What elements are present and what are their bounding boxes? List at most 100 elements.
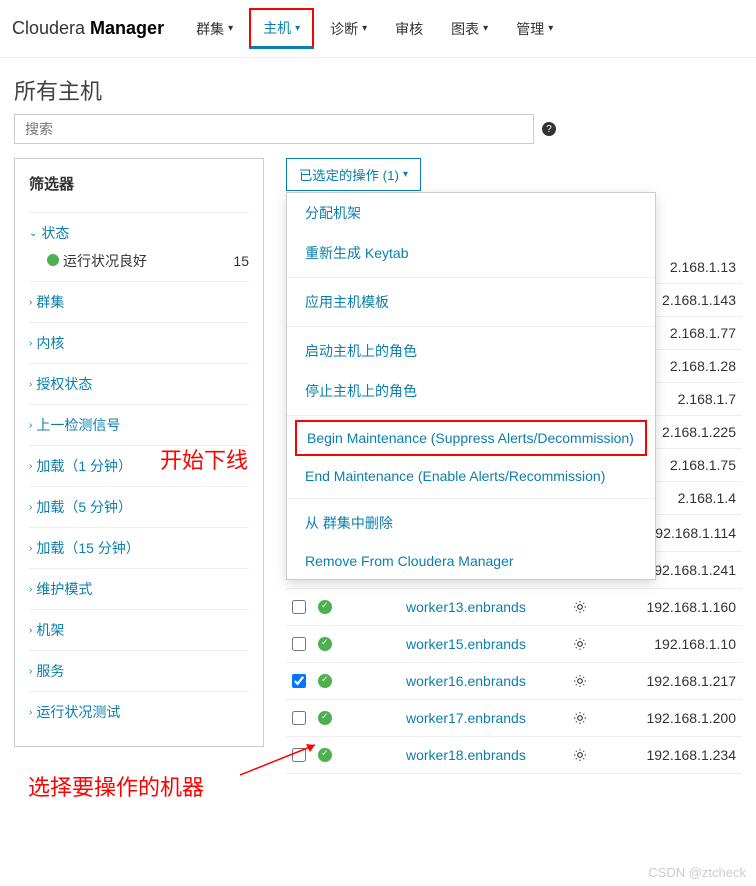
status-ok-icon [318,600,332,614]
filter-load1-label: 加载（1 分钟） [36,456,132,476]
host-name-link[interactable]: worker18.enbrands [406,747,561,763]
chevron-right-icon: › [29,625,32,636]
host-ip: 2.168.1.4 [678,490,736,506]
host-checkbox[interactable] [292,748,306,762]
caret-icon: ▾ [295,23,300,34]
filter-rack-label: 机架 [36,620,64,640]
content-column: 已选定的操作 (1) ▾ 分配机架 重新生成 Keytab 应用主机模板 启动主… [286,158,742,774]
table-row: worker18.enbrands 192.168.1.234 [286,737,742,774]
filter-load5[interactable]: ›加载（5 分钟） [29,497,249,517]
action-stop-roles[interactable]: 停止主机上的角色 [287,371,655,411]
filter-health-label: 运行状况测试 [36,702,120,722]
nav-diagnostics[interactable]: 诊断▾ [318,8,379,49]
help-icon[interactable]: ? [542,122,556,136]
chevron-down-icon: ⌄ [29,228,37,239]
filter-auth-label: 授权状态 [36,374,92,394]
action-assign-rack[interactable]: 分配机架 [287,193,655,233]
filter-status[interactable]: ⌄ 状态 [29,223,249,243]
filter-services[interactable]: ›服务 [29,661,249,681]
annotation-choose-machine: 选择要操作的机器 [28,770,204,802]
host-ip: 2.168.1.75 [670,457,736,473]
top-navbar: Cloudera Manager 群集▾ 主机▾ 诊断▾ 审核 图表▾ 管理▾ [0,0,756,58]
gear-icon [573,637,587,651]
gear-icon [573,600,587,614]
host-ip: 192.168.1.200 [646,710,736,726]
filter-health[interactable]: › 运行状况测试 [29,702,249,722]
host-ip: 192.168.1.234 [646,747,736,763]
watermark: CSDN @ztcheck [648,865,746,880]
brand-bold: Manager [90,18,164,38]
nav-admin[interactable]: 管理 ▾ [504,8,565,49]
annotation-begin-offline: 开始下线 [160,443,248,475]
status-ok-icon [318,711,332,725]
nav-charts-label: 图表 [451,19,479,39]
host-checkbox[interactable] [292,600,306,614]
brand-logo: Cloudera Manager [12,18,164,39]
host-ip: 2.168.1.143 [662,292,736,308]
caret-icon: ▾ [403,169,408,180]
search-input[interactable] [14,114,534,144]
host-ip: 2.168.1.77 [670,325,736,341]
filter-status-good-count: 15 [233,253,249,269]
filter-kernel-label: 内核 [36,333,64,353]
filter-title: 筛选器 [29,173,249,194]
nav-charts[interactable]: 图表▾ [439,8,500,49]
action-remove-cluster[interactable]: 从 群集中删除 [287,503,655,543]
chevron-right-icon: › [29,461,32,472]
host-ip: 192.168.1.10 [654,636,736,652]
filter-rack[interactable]: › 机架 [29,620,249,640]
actions-dropdown: 分配机架 重新生成 Keytab 应用主机模板 启动主机上的角色 停止主机上的角… [286,192,656,580]
chevron-right-icon: › [29,297,32,308]
gear-icon [573,674,587,688]
filter-maint[interactable]: ›维护模式 [29,579,249,599]
nav-audit[interactable]: 审核 [383,8,435,49]
host-ip: 2.168.1.28 [670,358,736,374]
nav-hosts[interactable]: 主机▾ [249,8,314,49]
status-ok-icon [47,254,59,266]
host-checkbox[interactable] [292,674,306,688]
host-name-link[interactable]: worker17.enbrands [406,710,561,726]
filter-cluster[interactable]: › 群集 [29,292,249,312]
filter-auth[interactable]: ›授权状态 [29,374,249,394]
action-end-maintenance[interactable]: End Maintenance (Enable Alerts/Recommiss… [287,458,655,494]
chevron-right-icon: › [29,707,32,718]
filter-heartbeat[interactable]: ›上一检测信号 [29,415,249,435]
host-ip: 192.168.1.114 [648,525,737,541]
filter-cluster-label: 群集 [36,292,64,312]
filter-heartbeat-label: 上一检测信号 [36,415,120,435]
brand-light: Cloudera [12,18,90,38]
nav-clusters-label: 群集 [196,19,224,39]
chevron-right-icon: › [29,666,32,677]
nav-clusters[interactable]: 群集 ▾ [184,8,245,49]
action-begin-maintenance[interactable]: Begin Maintenance (Suppress Alerts/Decom… [295,420,647,456]
host-checkbox[interactable] [292,711,306,725]
caret-icon: ▾ [548,23,553,34]
nav-diagnostics-label: 诊断 [330,19,358,39]
search-row: ? [0,114,756,158]
separator [287,277,655,278]
host-name-link[interactable]: worker16.enbrands [406,673,561,689]
filter-kernel[interactable]: › 内核 [29,333,249,353]
filter-status-label: 状态 [41,223,69,243]
separator [287,415,655,416]
filter-load15-label: 加载（15 分钟） [36,538,139,558]
chevron-right-icon: › [29,338,32,349]
filter-load15[interactable]: ›加载（15 分钟） [29,538,249,558]
nav-items: 群集▾ 主机▾ 诊断▾ 审核 图表▾ 管理▾ [184,8,565,49]
filter-status-good[interactable]: 运行状况良好 15 [29,243,249,271]
host-checkbox[interactable] [292,637,306,651]
status-ok-icon [318,674,332,688]
table-row: worker17.enbrands 192.168.1.200 [286,700,742,737]
caret-icon: ▾ [228,23,233,34]
nav-admin-label: 管理 [516,19,544,39]
action-remove-cm[interactable]: Remove From Cloudera Manager [287,543,655,579]
host-name-link[interactable]: worker13.enbrands [406,599,561,615]
action-regen-keytab[interactable]: 重新生成 Keytab [287,233,655,273]
action-apply-template[interactable]: 应用主机模板 [287,282,655,322]
action-start-roles[interactable]: 启动主机上的角色 [287,331,655,371]
table-row: worker15.enbrands 192.168.1.10 [286,626,742,663]
host-name-link[interactable]: worker15.enbrands [406,636,561,652]
selected-actions-button[interactable]: 已选定的操作 (1) ▾ [286,158,421,191]
gear-icon [573,748,587,762]
table-row: worker16.enbrands192.168.1.217 [286,663,742,700]
